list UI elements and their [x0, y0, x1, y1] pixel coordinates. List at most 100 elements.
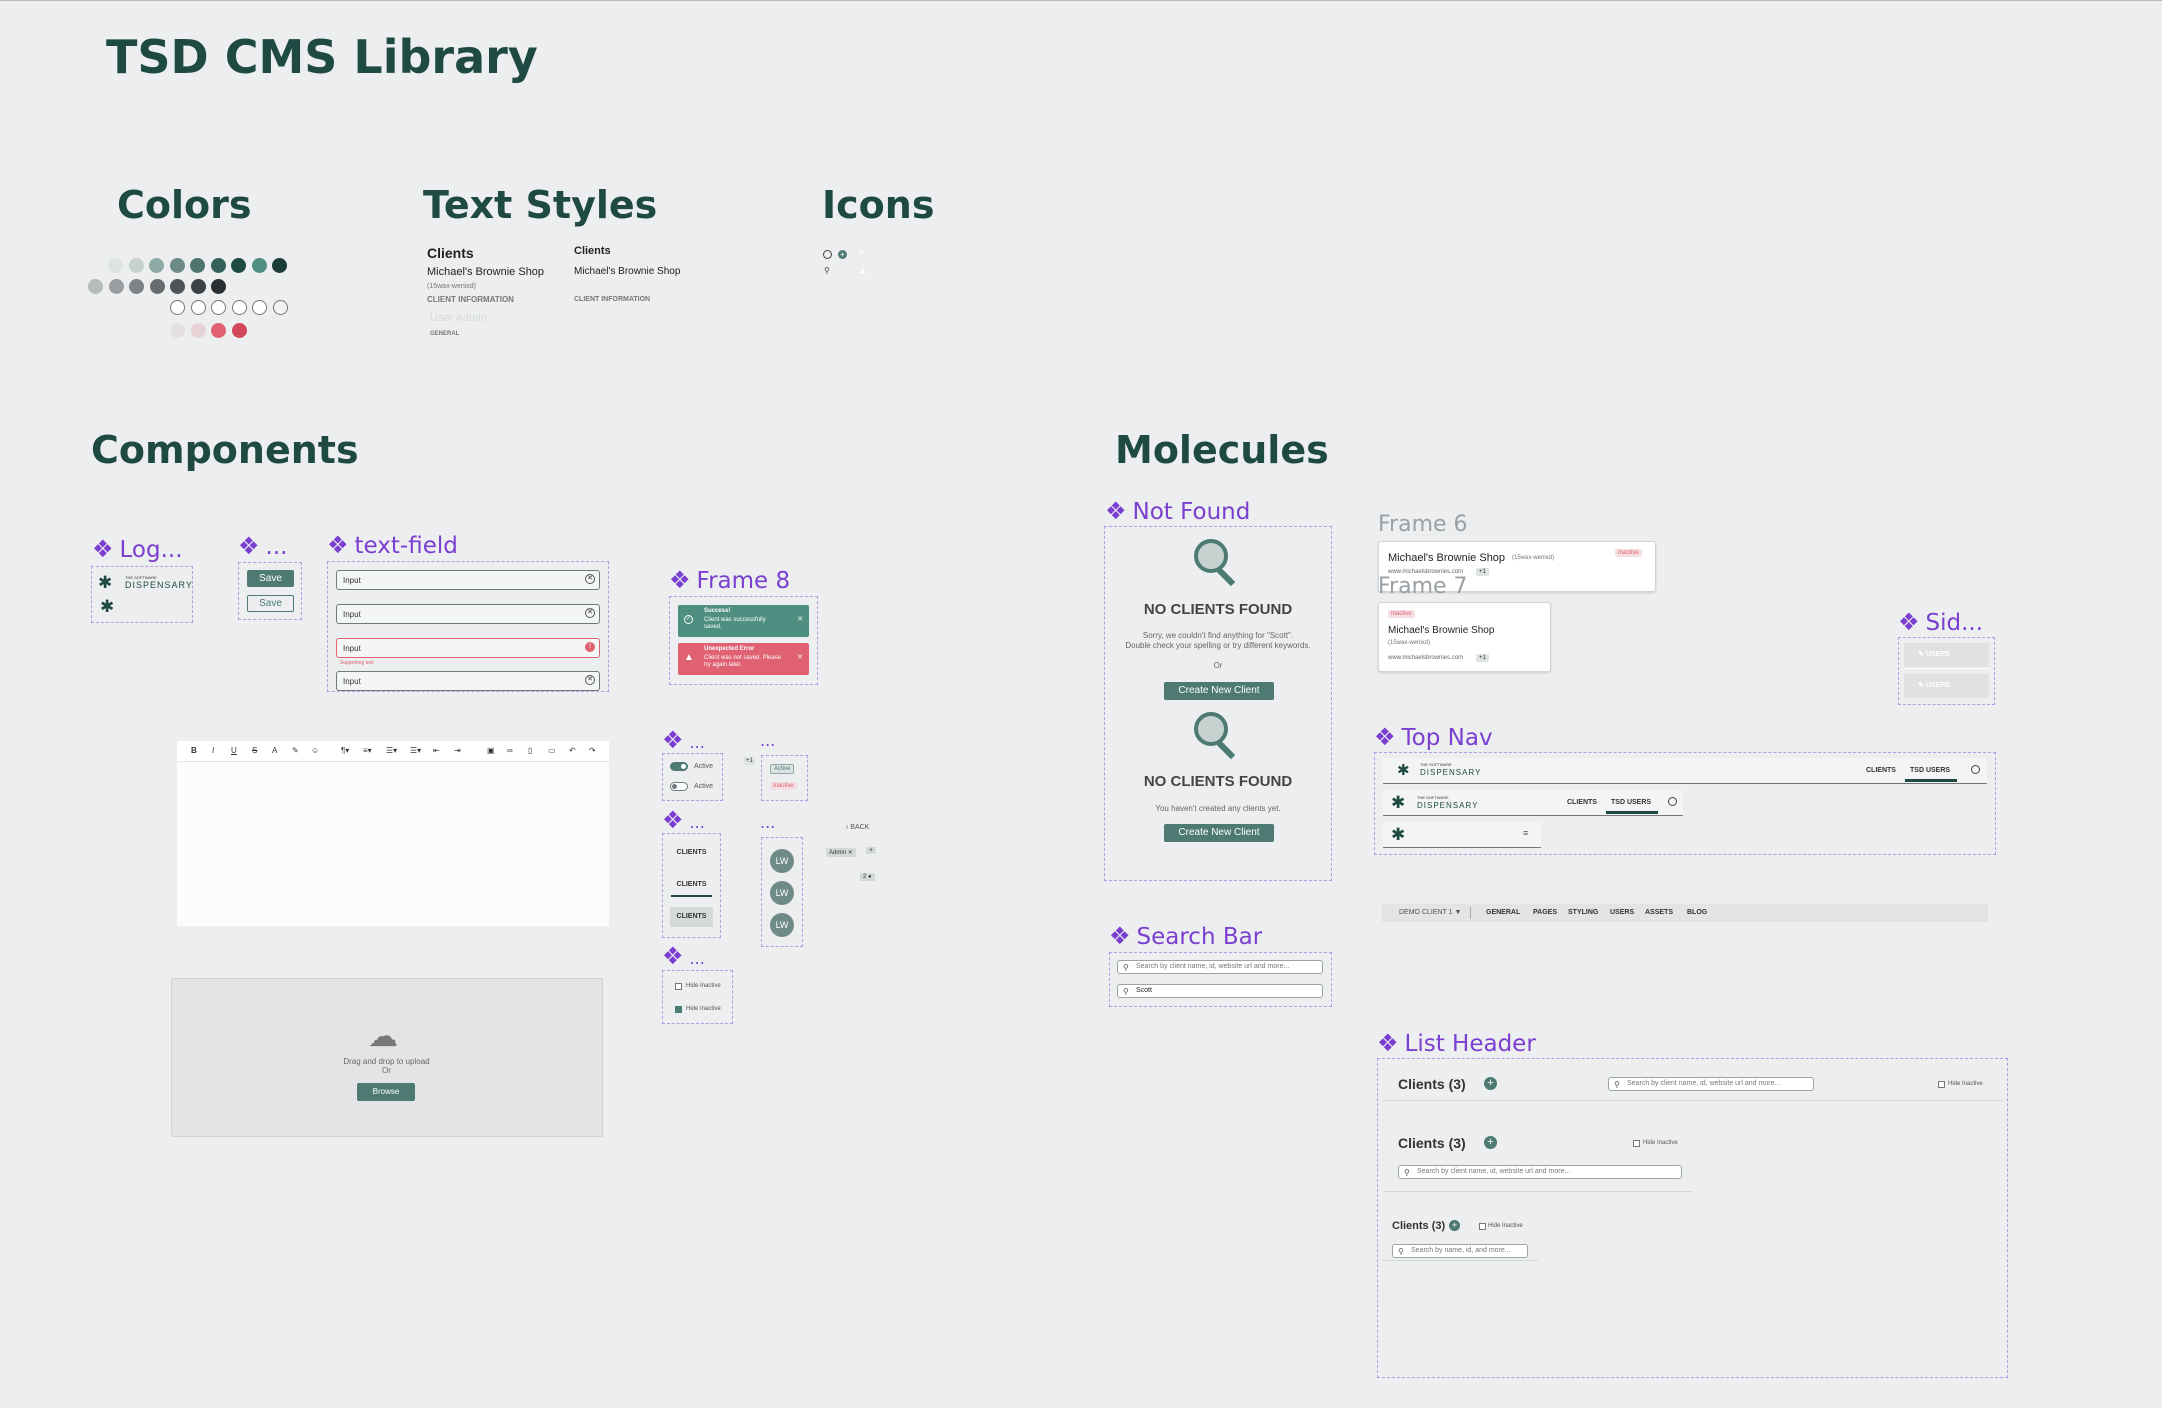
hide-inactive-checkbox[interactable]: [1938, 1081, 1945, 1088]
hide-inactive-checkbox[interactable]: [1479, 1223, 1486, 1230]
error-text: Client was not saved. Please try again l…: [704, 655, 782, 668]
rich-text-editor[interactable]: B I U S A ✎ ☺ ¶▾ ≡▾ ☰▾ ☰▾ ⇤ ⇥ ▣ ∞ ▯ ▭ ↶ …: [177, 741, 609, 926]
top-nav-label: ❖ Top Nav: [1374, 723, 1493, 751]
inactive-badge: Inactive: [1388, 610, 1415, 618]
sidebar-item-users[interactable]: ✎ USERS: [1904, 643, 1989, 667]
highlight-icon[interactable]: ✎: [292, 746, 299, 755]
avatar[interactable]: LW: [770, 881, 794, 905]
close-icon[interactable]: ✕: [848, 850, 853, 856]
add-circle-icon[interactable]: +: [1449, 1220, 1460, 1231]
list-header-label: ❖ List Header: [1377, 1029, 1536, 1057]
upload-dropzone[interactable]: ☁ Drag and drop to upload Or Browse: [171, 978, 603, 1137]
hide-inactive-checkbox[interactable]: [675, 983, 682, 990]
sub-nav-users[interactable]: USERS: [1610, 909, 1634, 916]
clear-icon[interactable]: ✕: [585, 675, 595, 685]
avatar[interactable]: LW: [770, 849, 794, 873]
image-icon[interactable]: ▣: [487, 746, 495, 755]
color-swatch: [211, 323, 226, 338]
component-diamond-icon: ❖: [1377, 1029, 1399, 1057]
search-input[interactable]: ⚲ Search by client name, id, website url …: [1117, 960, 1323, 974]
inactive-badge: Inactive: [770, 782, 797, 790]
clear-icon[interactable]: ✕: [585, 574, 595, 584]
checkbox-label: Hide Inactive: [1488, 1223, 1523, 1229]
logo-brand: DISPENSARY: [1417, 801, 1479, 810]
strikethrough-icon[interactable]: S: [252, 746, 257, 755]
not-found-molecule: NO CLIENTS FOUND Sorry, we couldn't find…: [1104, 526, 1332, 881]
search-input[interactable]: ⚲ Search by name, id, and more...: [1392, 1244, 1528, 1258]
back-link[interactable]: ‹ BACK: [846, 824, 869, 831]
text-field-filled[interactable]: Input ✕: [336, 671, 600, 691]
add-circle-icon[interactable]: +: [1484, 1077, 1497, 1090]
sub-nav-pages[interactable]: PAGES: [1533, 909, 1557, 916]
tab-clients[interactable]: CLIENTS: [663, 849, 720, 856]
client-card-frame7[interactable]: Inactive Michael's Brownie Shop (15wax-w…: [1378, 602, 1551, 672]
sub-nav-assets[interactable]: ASSETS: [1645, 909, 1673, 916]
sub-nav-blog[interactable]: BLOG: [1687, 909, 1707, 916]
tab-clients-hover[interactable]: CLIENTS: [670, 907, 713, 927]
list-title: Clients (3): [1392, 1220, 1446, 1232]
active-toggle-on[interactable]: [670, 762, 688, 771]
font-color-icon[interactable]: A: [272, 746, 277, 755]
bold-icon[interactable]: B: [191, 746, 197, 755]
search-input-filled[interactable]: ⚲ Scott: [1117, 984, 1323, 998]
align-icon[interactable]: ≡▾: [363, 746, 372, 755]
italic-icon[interactable]: I: [212, 746, 214, 755]
browse-button[interactable]: Browse: [357, 1083, 415, 1101]
upload-or: Or: [382, 1066, 391, 1075]
hamburger-menu-icon[interactable]: ≡: [1523, 828, 1528, 838]
add-chip-button[interactable]: +: [866, 847, 877, 854]
tab-clients-active[interactable]: CLIENTS: [663, 881, 720, 888]
text-style-h2: Michael's Brownie Shop: [427, 266, 545, 278]
hide-inactive-checkbox-checked[interactable]: [675, 1006, 682, 1013]
save-secondary-button[interactable]: Save: [247, 595, 294, 612]
create-new-client-button[interactable]: Create New Client: [1164, 682, 1274, 700]
active-toggle-off[interactable]: [670, 782, 688, 791]
nav-active-indicator: [1606, 811, 1658, 814]
text-field-supporting-text: Supporting text: [340, 660, 374, 666]
text-style-meta: (15wax-wenixd): [427, 283, 477, 290]
video-icon[interactable]: ▭: [548, 746, 556, 755]
text-field-error[interactable]: Input!: [336, 638, 600, 658]
emoji-icon[interactable]: ☺: [311, 746, 319, 755]
nav-clients[interactable]: CLIENTS: [1866, 767, 1896, 774]
outdent-icon[interactable]: ⇤: [433, 746, 440, 755]
avatar[interactable]: LW: [770, 913, 794, 937]
search-input[interactable]: ⚲ Search by client name, id, website url …: [1608, 1077, 1814, 1091]
user-circle-icon[interactable]: [1668, 797, 1677, 806]
file-icon[interactable]: ▯: [528, 746, 532, 755]
underline-icon[interactable]: U: [231, 746, 237, 755]
nav-tsd-users[interactable]: TSD USERS: [1611, 799, 1651, 806]
pencil-icon: ✎: [1918, 651, 1926, 658]
sub-nav-divider: [1470, 907, 1471, 919]
user-circle-icon[interactable]: [1971, 765, 1980, 774]
component-diamond-icon: ❖: [1374, 723, 1396, 751]
sub-nav-general[interactable]: GENERAL: [1486, 909, 1520, 916]
save-button[interactable]: Save: [247, 570, 294, 587]
hide-inactive-checkbox[interactable]: [1633, 1140, 1640, 1147]
component-diamond-icon: ❖: [662, 942, 684, 970]
redo-icon[interactable]: ↷: [589, 746, 596, 755]
nav-tsd-users[interactable]: TSD USERS: [1910, 767, 1950, 774]
unordered-list-icon[interactable]: ☰▾: [410, 746, 421, 755]
paragraph-icon[interactable]: ¶▾: [341, 746, 349, 755]
text-field-component-label: ❖ text-field: [327, 531, 458, 559]
indent-icon[interactable]: ⇥: [454, 746, 461, 755]
top-nav-component: ✱ THE SOFTWARE DISPENSARY CLIENTS TSD US…: [1374, 752, 1996, 855]
close-icon[interactable]: ✕: [797, 615, 803, 623]
undo-icon[interactable]: ↶: [569, 746, 576, 755]
sub-nav-styling[interactable]: STYLING: [1568, 909, 1598, 916]
add-circle-icon[interactable]: +: [1484, 1136, 1497, 1149]
clear-icon[interactable]: ✕: [585, 608, 595, 618]
client-selector[interactable]: DEMO CLIENT 1 ▼: [1399, 909, 1461, 916]
link-icon[interactable]: ∞: [507, 746, 513, 755]
nav-clients[interactable]: CLIENTS: [1567, 799, 1597, 806]
search-input[interactable]: ⚲ Search by client name, id, website url …: [1398, 1165, 1682, 1179]
sidebar-item-users-2[interactable]: ✎ USERS: [1904, 674, 1989, 698]
ordered-list-icon[interactable]: ☰▾: [386, 746, 397, 755]
text-field-default[interactable]: Input ✕: [336, 570, 600, 590]
client-url: www.michaelsbrownies.com: [1388, 655, 1464, 661]
create-new-client-button-2[interactable]: Create New Client: [1164, 824, 1274, 842]
close-icon[interactable]: ✕: [797, 653, 803, 661]
warning-icon: ▲: [684, 652, 694, 663]
text-field-focused[interactable]: Input ✕: [336, 604, 600, 624]
